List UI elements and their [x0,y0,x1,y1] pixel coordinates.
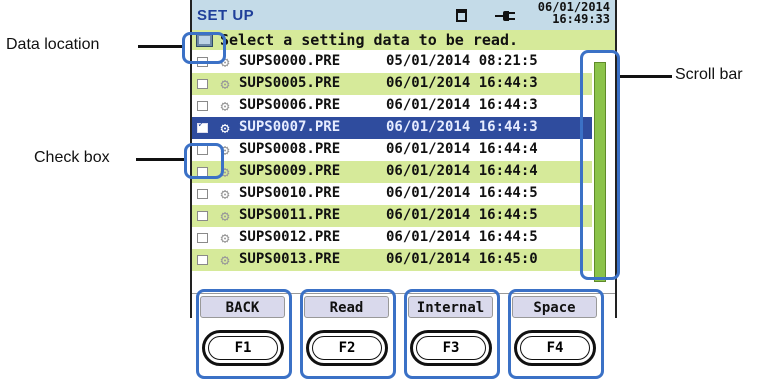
file-row[interactable]: ⚙ SUPS0008.PRE 06/01/2014 16:44:4 [192,139,592,161]
ac-plug-icon [495,11,517,21]
f2-highlight [300,289,396,379]
file-datetime: 06/01/2014 16:44:4 [386,141,538,157]
data-location-highlight [182,32,226,64]
gear-icon: ⚙ [220,251,230,269]
clock-time: 16:49:33 [552,12,610,26]
file-row[interactable]: ⚙ SUPS0006.PRE 06/01/2014 16:44:3 [192,95,592,117]
gear-icon: ⚙ [220,185,230,203]
row-checkbox[interactable] [197,211,208,221]
file-name: SUPS0010.PRE [239,185,341,201]
file-row[interactable]: ⚙ SUPS0012.PRE 06/01/2014 16:44:5 [192,227,592,249]
device-screen: SET UP 06/01/2014 16:49:33 Select a sett… [190,0,617,318]
gear-icon: ⚙ [220,119,230,137]
row-checkbox[interactable] [197,233,208,243]
file-datetime: 06/01/2014 16:44:3 [386,119,538,135]
file-datetime: 06/01/2014 16:44:5 [386,185,538,201]
file-row[interactable]: ⚙ SUPS0011.PRE 06/01/2014 16:44:5 [192,205,592,227]
title-bar: SET UP 06/01/2014 16:49:33 [192,0,615,30]
check-box-annotation: Check box [34,149,110,166]
scroll-bar-leader [620,75,672,78]
gear-icon: ⚙ [220,207,230,225]
file-row[interactable]: ⚙ SUPS0000.PRE 05/01/2014 08:21:5 [192,51,592,73]
file-datetime: 06/01/2014 16:44:5 [386,229,538,245]
row-checkbox[interactable] [197,101,208,111]
sd-card-icon [456,9,467,22]
file-name: SUPS0011.PRE [239,207,341,223]
instruction-message: Select a setting data to be read. [220,31,519,49]
check-box-highlight [184,143,224,179]
gear-icon: ⚙ [220,75,230,93]
row-checkbox[interactable] [197,119,208,133]
f1-highlight [196,289,292,379]
clock: 06/01/2014 16:49:33 [532,1,610,25]
scroll-bar-annotation: Scroll bar [675,66,743,83]
file-name: SUPS0007.PRE [239,119,341,135]
file-name: SUPS0009.PRE [239,163,341,179]
data-location-annotation: Data location [6,36,100,53]
scroll-bar-highlight [580,50,620,280]
file-name: SUPS0006.PRE [239,97,341,113]
message-row: Select a setting data to be read. [192,30,615,50]
data-location-leader [138,45,182,48]
check-box-leader [136,158,184,161]
file-name: SUPS0008.PRE [239,141,341,157]
file-row[interactable]: ⚙ SUPS0013.PRE 06/01/2014 16:45:0 [192,249,592,271]
file-row[interactable]: ⚙ SUPS0010.PRE 06/01/2014 16:44:5 [192,183,592,205]
file-row[interactable]: ⚙ SUPS0007.PRE 06/01/2014 16:44:3 [192,117,592,139]
file-list: ⚙ SUPS0000.PRE 05/01/2014 08:21:5 ⚙ SUPS0005… [192,51,592,271]
row-checkbox[interactable] [197,79,208,89]
gear-icon: ⚙ [220,97,230,115]
file-name: SUPS0005.PRE [239,75,341,91]
file-datetime: 05/01/2014 08:21:5 [386,53,538,69]
file-name: SUPS0000.PRE [239,53,341,69]
f4-highlight [508,289,604,379]
file-datetime: 06/01/2014 16:44:4 [386,163,538,179]
file-datetime: 06/01/2014 16:45:0 [386,251,538,267]
file-name: SUPS0012.PRE [239,229,341,245]
file-row[interactable]: ⚙ SUPS0009.PRE 06/01/2014 16:44:4 [192,161,592,183]
screen-title: SET UP [197,7,255,24]
file-row[interactable]: ⚙ SUPS0005.PRE 06/01/2014 16:44:3 [192,73,592,95]
file-datetime: 06/01/2014 16:44:5 [386,207,538,223]
file-datetime: 06/01/2014 16:44:3 [386,75,538,91]
file-datetime: 06/01/2014 16:44:3 [386,97,538,113]
gear-icon: ⚙ [220,229,230,247]
f3-highlight [404,289,500,379]
file-name: SUPS0013.PRE [239,251,341,267]
row-checkbox[interactable] [197,189,208,199]
row-checkbox[interactable] [197,255,208,265]
